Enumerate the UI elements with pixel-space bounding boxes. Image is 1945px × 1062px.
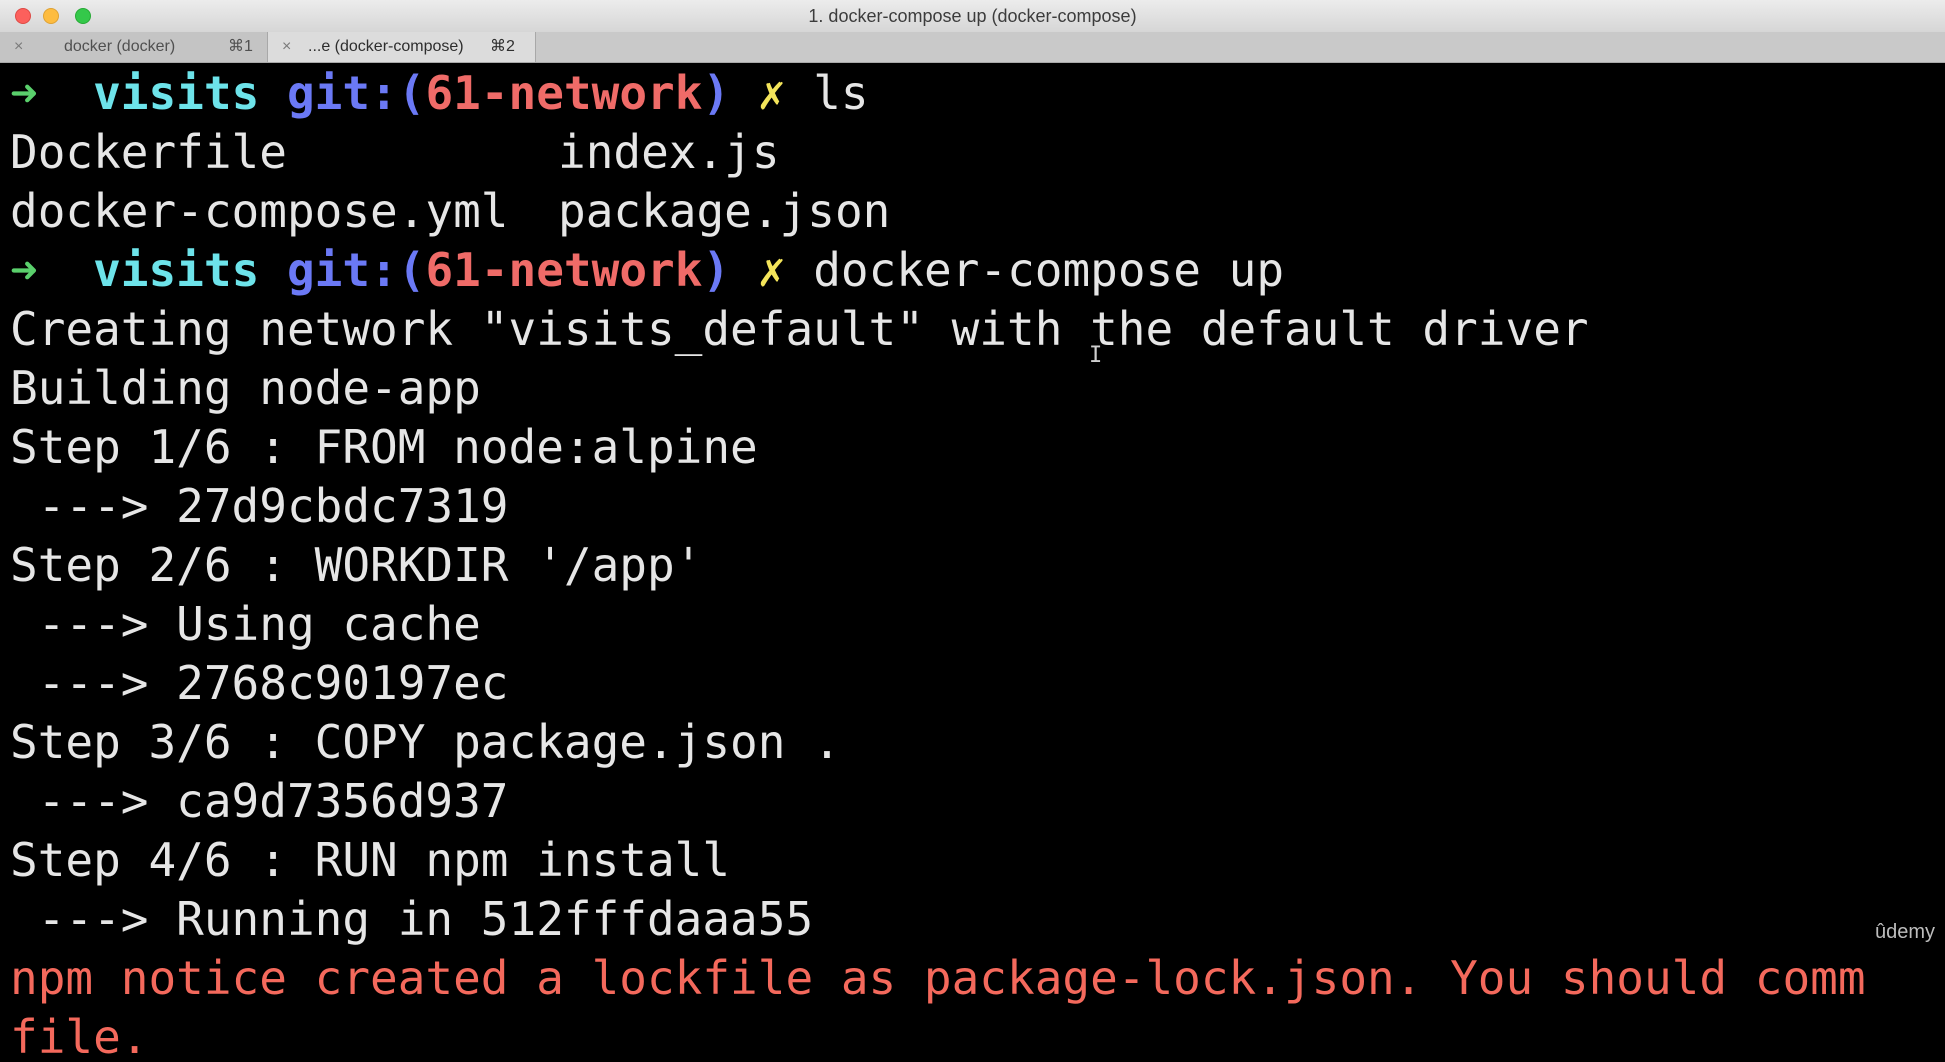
prompt-branch: 61-network <box>425 66 703 120</box>
output-line: ---> Using cache <box>10 597 481 651</box>
command-text: ls <box>813 66 869 120</box>
output-line: Step 4/6 : RUN npm install <box>10 833 731 887</box>
prompt-arrow-icon: ➜ <box>10 66 38 120</box>
output-line: ---> 27d9cbdc7319 <box>10 479 509 533</box>
close-tab-icon[interactable]: × <box>14 32 23 62</box>
prompt-directory: visits <box>93 66 260 120</box>
output-line: Step 3/6 : COPY package.json . <box>10 715 841 769</box>
ls-output-row: Dockerfile index.js <box>10 123 780 182</box>
error-line: npm notice created a lockfile as package… <box>10 951 1866 1005</box>
output-line: ---> 2768c90197ec <box>10 656 509 710</box>
tab-shortcut: ⌘1 <box>228 38 253 55</box>
error-line: file. <box>10 1010 149 1062</box>
prompt-git-suffix: ) <box>702 66 731 120</box>
tab-label: docker (docker) <box>64 38 176 55</box>
tab-docker[interactable]: × docker (docker) ⌘1 <box>0 32 268 62</box>
prompt-git-suffix: ) <box>702 243 731 297</box>
tab-bar: × docker (docker) ⌘1 × ...e (docker-comp… <box>0 32 1945 63</box>
prompt-directory: visits <box>93 243 260 297</box>
ls-output-row: docker-compose.yml package.json <box>10 182 890 241</box>
prompt-git-prefix: git:( <box>286 66 426 120</box>
prompt-branch: 61-network <box>425 243 703 297</box>
file-name: docker-compose.yml <box>10 184 509 238</box>
output-line: Building node-app <box>10 361 481 415</box>
file-name: Dockerfile <box>10 125 287 179</box>
window-title: 1. docker-compose up (docker-compose) <box>808 6 1137 26</box>
prompt-dirty-icon: ✗ <box>757 243 786 297</box>
tab-label: ...e (docker-compose) <box>308 38 464 55</box>
prompt-dirty-icon: ✗ <box>757 66 786 120</box>
output-line: ---> ca9d7356d937 <box>10 774 509 828</box>
output-line: ---> Running in 512fffdaaa55 <box>10 892 814 946</box>
output-line: Step 2/6 : WORKDIR '/app' <box>10 538 703 592</box>
title-bar[interactable]: 1. docker-compose up (docker-compose) <box>0 0 1945 33</box>
terminal-output[interactable]: ➜ visits git:(61-network) ✗ ls Dockerfil… <box>0 63 1945 1062</box>
prompt-git-prefix: git:( <box>286 243 426 297</box>
output-line: Creating network "visits_default" with t… <box>10 302 1589 356</box>
prompt-line: ➜ visits git:(61-network) ✗ docker-compo… <box>10 241 1284 300</box>
terminal-window: 1. docker-compose up (docker-compose) × … <box>0 0 1945 1062</box>
text-cursor-icon: I <box>1089 343 1103 368</box>
tab-docker-compose[interactable]: × ...e (docker-compose) ⌘2 <box>268 32 536 62</box>
close-tab-icon[interactable]: × <box>282 32 291 62</box>
udemy-watermark: ûdemy <box>1874 921 1935 943</box>
file-name: index.js <box>558 125 780 179</box>
output-line: Step 1/6 : FROM node:alpine <box>10 420 758 474</box>
prompt-arrow-icon: ➜ <box>10 243 38 297</box>
tab-shortcut: ⌘2 <box>490 38 515 55</box>
file-name: package.json <box>558 184 891 238</box>
command-text: docker-compose up <box>813 243 1285 297</box>
prompt-line: ➜ visits git:(61-network) ✗ ls <box>10 64 869 123</box>
